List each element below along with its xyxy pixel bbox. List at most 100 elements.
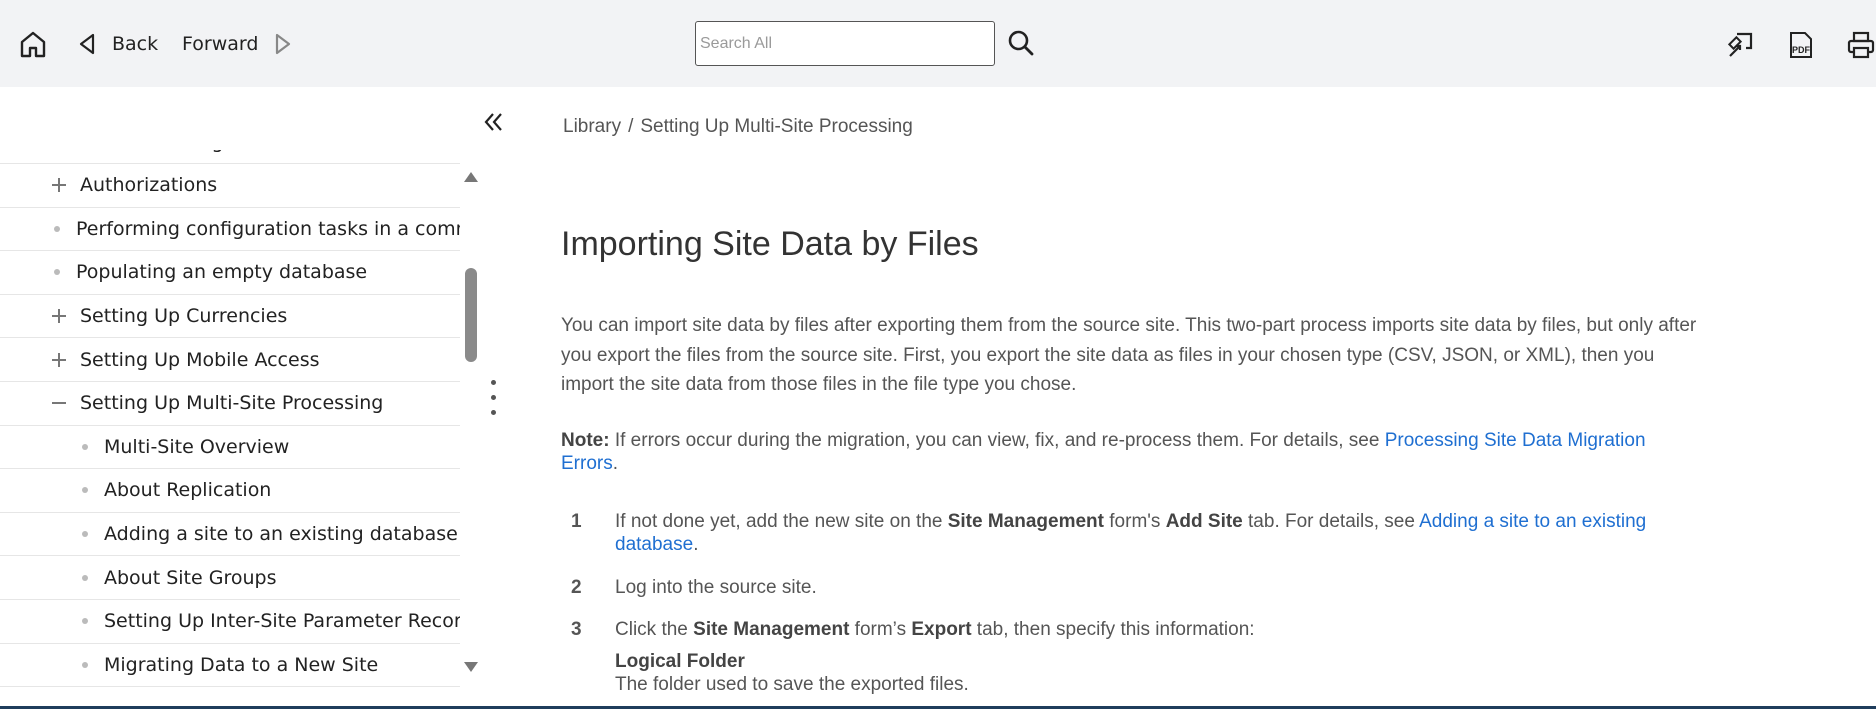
bullet-icon <box>82 487 88 494</box>
note-paragraph: Note: If errors occur during the migrati… <box>561 429 1701 475</box>
toc-item[interactable]: Setting Up Mobile Access <box>0 338 460 382</box>
toc-item[interactable]: About Site Groups <box>0 556 460 600</box>
bullet-icon <box>82 618 88 625</box>
step-body: Click the Site Management form’s Export … <box>615 618 1705 641</box>
minus-icon[interactable] <box>52 396 66 410</box>
forward-label: Forward <box>182 33 259 55</box>
sidebar-scrollbar[interactable] <box>462 168 480 678</box>
home-icon <box>20 31 46 58</box>
toc-item-label: Setting Up Inter-Site Parameter Records <box>104 610 460 633</box>
handle-dot <box>491 410 496 415</box>
toc-item-label: About Replication <box>104 479 272 502</box>
toc-item[interactable]: Multi-Site Overview <box>0 425 460 470</box>
note-text: If errors occur during the migration, yo… <box>609 430 1385 451</box>
top-toolbar: Back Forward PDF <box>0 0 1876 87</box>
field-description: The folder used to save the exported fil… <box>615 674 969 695</box>
step-number: 2 <box>571 577 582 598</box>
step-bold: Add Site <box>1165 511 1243 532</box>
plus-icon[interactable] <box>52 178 66 193</box>
table-of-contents: License management Authorizations Performi… <box>0 150 460 690</box>
plus-icon[interactable] <box>52 352 66 367</box>
svg-text:PDF: PDF <box>1792 45 1811 55</box>
breadcrumb-separator: / <box>628 116 634 137</box>
step-text: form’s <box>849 619 912 640</box>
toc-item-label: Authorizations <box>80 174 218 197</box>
back-label: Back <box>112 33 159 55</box>
sidebar-resize-handle[interactable] <box>488 376 498 422</box>
pdf-icon: PDF <box>1790 32 1812 58</box>
step-text: tab. For details, see <box>1242 511 1420 532</box>
scroll-down-arrow[interactable] <box>464 662 478 672</box>
note-end: . <box>612 453 619 474</box>
toc-item[interactable]: Migrating Data to a New Site <box>0 643 460 688</box>
bullet-icon <box>54 225 60 232</box>
step-text: If not done yet, add the new site on the <box>615 511 948 532</box>
page-title: Importing Site Data by Files <box>561 225 979 263</box>
pdf-button[interactable]: PDF <box>1786 30 1816 60</box>
share-link-button[interactable] <box>1726 30 1756 60</box>
plus-icon[interactable] <box>52 308 66 323</box>
step-text: . <box>693 534 699 555</box>
toc-item-label: Adding a site to an existing database <box>104 522 458 545</box>
handle-dot <box>491 380 496 385</box>
toc-item-label: Performing configuration tasks in a comm… <box>76 217 460 240</box>
breadcrumb-current[interactable]: Setting Up Multi-Site Processing <box>640 116 912 137</box>
toc-item[interactable]: Performing configuration tasks in a comm… <box>0 207 460 252</box>
toc-item[interactable]: Setting Up Currencies <box>0 294 460 339</box>
toc-item[interactable]: About Replication <box>0 469 460 513</box>
bullet-icon <box>82 661 88 668</box>
search-button[interactable] <box>1007 29 1035 57</box>
step-body: If not done yet, add the new site on the… <box>615 510 1705 556</box>
step-bold: Site Management <box>947 511 1104 532</box>
toc-item-label: Migrating Data to a New Site <box>104 653 379 676</box>
toc-item[interactable]: Authorizations <box>0 164 460 208</box>
toc-item-label: Multi-Site Overview <box>104 435 290 458</box>
breadcrumb: Library / Setting Up Multi-Site Processing <box>563 116 913 138</box>
toc-item-label: Setting Up Multi-Site Processing <box>80 392 384 415</box>
step-1: 1 If not done yet, add the new site on t… <box>561 510 1701 560</box>
step-body: Log into the source site. <box>615 577 817 598</box>
toc-item[interactable]: Populating an empty database <box>0 251 460 295</box>
toc-item[interactable]: Adding a site to an existing database <box>0 512 460 557</box>
step-number: 1 <box>571 511 582 532</box>
search-icon <box>1008 30 1034 56</box>
step-text: Click the <box>615 619 694 640</box>
toc-item-label: License management <box>80 150 285 153</box>
handle-dot <box>491 395 496 400</box>
toc-item-label: Setting Up Mobile Access <box>80 348 320 371</box>
toc-item-label: Populating an empty database <box>76 261 368 284</box>
toc-item-label: About Site Groups <box>104 566 277 589</box>
step-2: 2 Log into the source site. <box>561 576 1701 600</box>
intro-paragraph: You can import site data by files after … <box>561 315 1697 395</box>
forward-button[interactable]: Forward <box>182 28 292 60</box>
step-3: 3 Click the Site Management form’s Expor… <box>561 618 1701 642</box>
bullet-icon <box>54 269 60 276</box>
collapse-sidebar-button[interactable] <box>482 110 506 134</box>
scroll-up-arrow[interactable] <box>464 172 478 182</box>
step-text: tab, then specify this information: <box>971 619 1255 640</box>
print-button[interactable] <box>1846 30 1876 60</box>
back-arrow-icon <box>79 33 95 55</box>
step-bold: Export <box>911 619 972 640</box>
scroll-thumb[interactable] <box>465 268 477 362</box>
toc-item[interactable]: License management <box>0 150 460 164</box>
double-chevron-left-icon <box>484 113 502 131</box>
bullet-icon <box>82 443 88 450</box>
bullet-icon <box>82 530 88 537</box>
forward-arrow-icon <box>276 33 291 55</box>
step-number: 3 <box>571 619 582 640</box>
step-bold: Site Management <box>693 619 850 640</box>
home-button[interactable] <box>18 29 48 59</box>
toc-item[interactable]: Setting Up Multi-Site Processing <box>0 382 460 426</box>
field-name-logical-folder: Logical Folder <box>615 651 745 672</box>
toc-item[interactable]: Setting Up Inter-Site Parameter Records <box>0 600 460 644</box>
back-button[interactable]: Back <box>78 28 158 60</box>
step-text: form's <box>1104 511 1166 532</box>
search-input[interactable] <box>695 21 995 66</box>
share-link-icon <box>1727 32 1753 57</box>
note-label: Note: <box>561 430 610 451</box>
bullet-icon <box>82 574 88 581</box>
breadcrumb-library-link[interactable]: Library <box>563 116 621 137</box>
print-icon <box>1847 31 1875 59</box>
toc-item-label: Setting Up Currencies <box>80 304 288 327</box>
